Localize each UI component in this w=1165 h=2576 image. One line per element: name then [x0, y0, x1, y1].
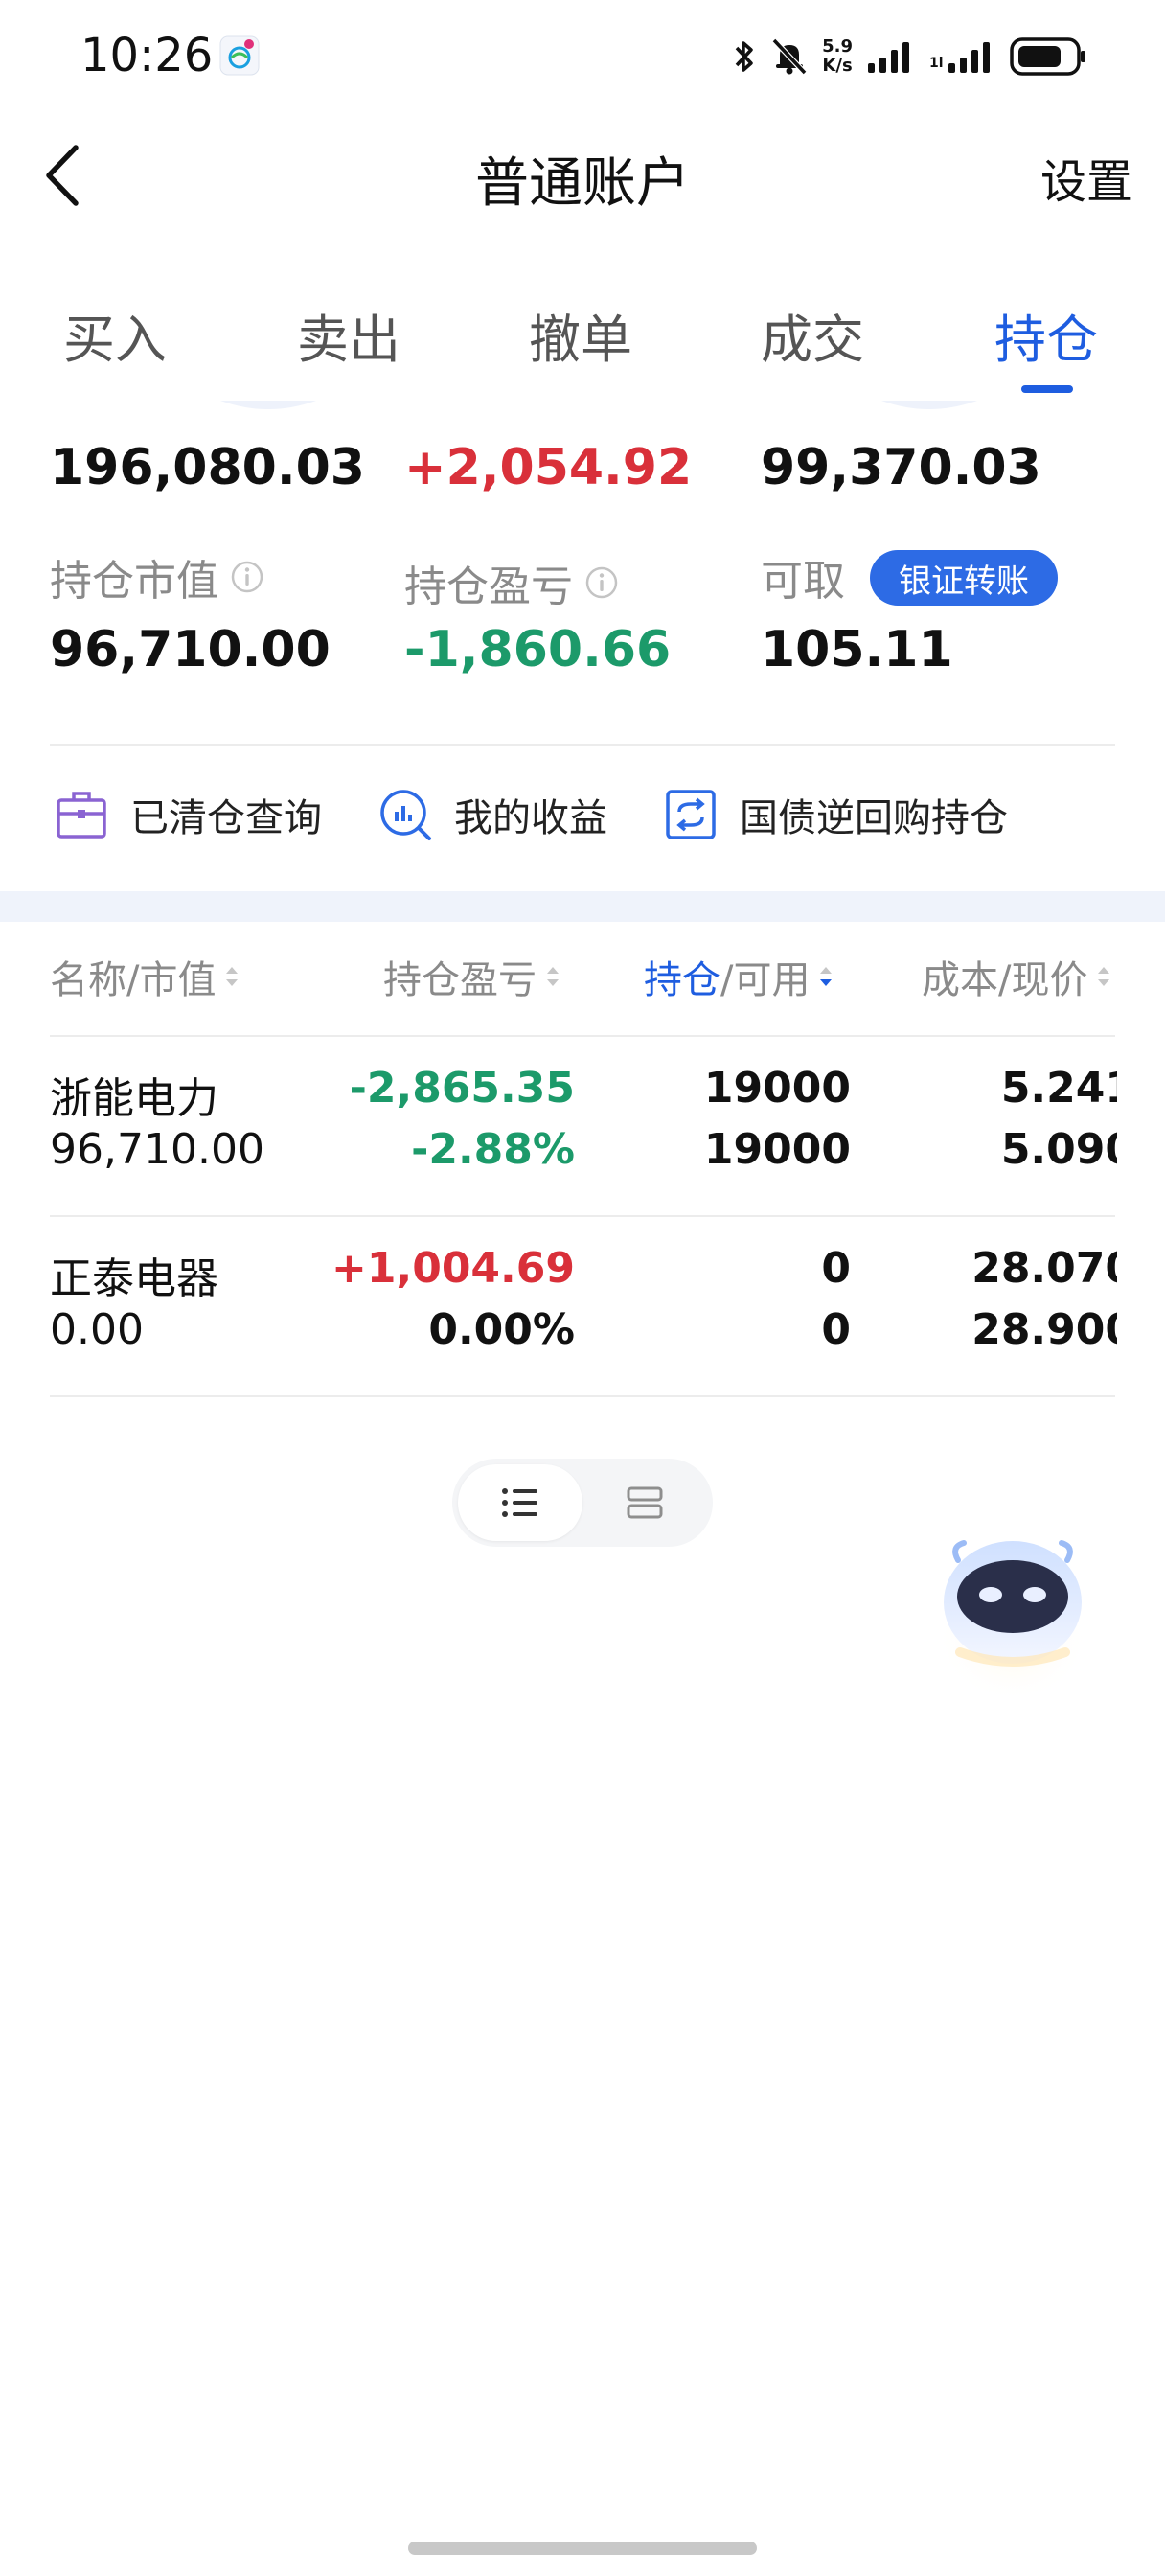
signal-icon: [868, 42, 909, 73]
tab-cancel-order[interactable]: 撤单: [529, 297, 632, 373]
position-qty: 19000: [703, 1064, 851, 1113]
briefcase-icon: [57, 792, 106, 839]
card-view-button[interactable]: [582, 1464, 707, 1541]
withdrawable-label: 可取: [761, 557, 845, 606]
home-indicator: [408, 2542, 757, 2555]
sort-icon: [226, 967, 239, 986]
stock-name: 正泰电器: [50, 1254, 218, 1303]
stock-market-value: 96,710.00: [50, 1125, 264, 1174]
divider: [50, 1215, 1115, 1217]
column-header-position[interactable]: 持仓/可用: [644, 949, 834, 1004]
tab-buy[interactable]: 买入: [63, 297, 167, 373]
divider: [50, 1035, 1115, 1037]
card-icon: [627, 1486, 663, 1519]
market-value-label: 持仓市值: [50, 546, 264, 608]
tab-sell[interactable]: 卖出: [297, 297, 400, 373]
chart-search-icon: [380, 790, 431, 840]
tab-trades[interactable]: 成交: [761, 297, 864, 373]
status-bar: 10:26 5.9 K/s 1l: [0, 0, 1165, 113]
settings-button[interactable]: 设置: [1040, 144, 1132, 211]
assistant-robot-icon[interactable]: [931, 1518, 1094, 1700]
cost-price: 5.241: [1000, 1064, 1117, 1113]
cost-price-clip: 28.070 28.900: [862, 1240, 1117, 1374]
position-pl-pct: 0.00%: [428, 1305, 575, 1354]
cleared-positions-link[interactable]: 已清仓查询: [54, 778, 322, 851]
column-header-cost[interactable]: 成本/现价: [922, 949, 1112, 1004]
cost-price: 28.070: [971, 1244, 1117, 1293]
cut-decoration: [881, 401, 977, 409]
sort-desc-icon: [820, 967, 833, 986]
network-speed: 5.9 K/s: [822, 36, 853, 76]
cut-decoration: [220, 401, 316, 409]
available-qty: 0: [821, 1305, 851, 1354]
view-toggle: [452, 1459, 713, 1547]
battery-icon: [1010, 37, 1085, 76]
reverse-repo-link[interactable]: 国债逆回购持仓: [663, 778, 1008, 851]
page-title: 普通账户: [475, 152, 690, 215]
app-header: 普通账户 设置: [0, 113, 1165, 238]
svg-text:1l: 1l: [929, 56, 944, 71]
divider: [50, 744, 1115, 746]
bluetooth-icon: [735, 41, 753, 72]
tab-active-indicator: [1021, 385, 1073, 393]
tab-bar: 买入 卖出 撤单 成交 持仓: [0, 278, 1165, 402]
position-pl-label: 持仓盈亏: [404, 552, 619, 613]
section-separator: [0, 891, 1165, 922]
carrier-icon: [219, 35, 260, 76]
position-qty: 0: [821, 1244, 851, 1293]
bank-transfer-button[interactable]: 银证转账: [870, 550, 1058, 606]
refresh-square-icon: [666, 790, 716, 840]
cost-price-clip: 5.241 5.090: [862, 1060, 1117, 1194]
mute-bell-icon: [771, 37, 808, 76]
sort-icon: [1098, 967, 1110, 986]
divider: [50, 1395, 1115, 1397]
status-time: 10:26: [80, 29, 214, 82]
column-header-pl[interactable]: 持仓盈亏: [383, 949, 561, 1004]
stock-market-value: 0.00: [50, 1305, 144, 1354]
current-price: 28.900: [971, 1305, 1117, 1354]
position-pl: -2,865.35: [349, 1064, 575, 1113]
sort-icon: [547, 967, 559, 986]
tab-positions[interactable]: 持仓: [994, 297, 1098, 373]
market-value: 96,710.00: [50, 621, 331, 678]
signal-icon: 1l: [929, 42, 990, 73]
column-header-cost-clip: 成本/现价: [862, 949, 1117, 1006]
position-pl: +1,004.69: [331, 1244, 575, 1293]
withdrawable-value: 105.11: [761, 621, 953, 678]
position-pl-value: -1,860.66: [404, 621, 672, 678]
day-pl-value: +2,054.92: [404, 439, 693, 496]
my-earnings-link[interactable]: 我的收益: [377, 778, 607, 851]
position-pl-pct: -2.88%: [411, 1125, 575, 1174]
column-header-name[interactable]: 名称/市值: [50, 949, 240, 1004]
available-funds-value: 99,370.03: [761, 439, 1041, 496]
position-header-highlight: 持仓: [644, 958, 720, 1002]
current-price: 5.090: [1000, 1125, 1117, 1174]
list-view-button[interactable]: [458, 1464, 582, 1541]
stock-name: 浙能电力: [50, 1074, 218, 1123]
total-assets-value: 196,080.03: [50, 439, 365, 496]
info-icon[interactable]: [230, 560, 264, 594]
available-qty: 19000: [703, 1125, 851, 1174]
info-icon[interactable]: [584, 565, 619, 600]
list-icon: [502, 1488, 537, 1517]
